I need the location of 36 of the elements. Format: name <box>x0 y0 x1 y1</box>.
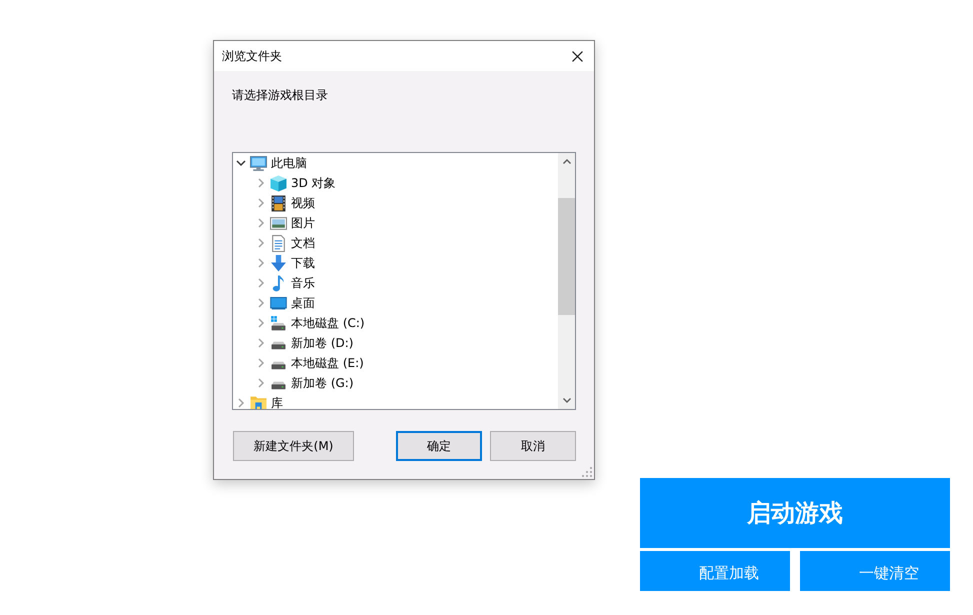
tree-item[interactable]: 本地磁盘 (C:) <box>269 314 368 332</box>
drive-icon <box>271 341 286 350</box>
down-arrow-icon <box>270 254 287 272</box>
tree-item[interactable]: 3D 对象 <box>269 174 339 192</box>
resize-grip-icon[interactable] <box>582 467 592 477</box>
drive-icon <box>270 314 287 332</box>
tree-item[interactable]: 文档 <box>269 234 318 252</box>
music-note-icon <box>272 274 285 292</box>
tree-item[interactable]: 本地磁盘 (E:) <box>269 354 367 372</box>
tree-item[interactable]: 新加卷 (G:) <box>269 374 357 392</box>
tree-item[interactable]: 音乐 <box>269 274 318 292</box>
caret-down-icon <box>562 398 570 403</box>
caret-up-icon <box>562 159 570 164</box>
dialog-button[interactable]: 取消 <box>490 431 576 461</box>
screen-icon <box>270 296 287 310</box>
scrollbar-thumb[interactable] <box>558 198 575 315</box>
monitor-icon <box>250 154 267 172</box>
document-icon <box>270 234 287 252</box>
tree-item[interactable]: 库 <box>249 394 286 409</box>
tree-item[interactable]: 桌面 <box>269 294 318 312</box>
tree-item[interactable]: 图片 <box>269 214 318 232</box>
drive-icon <box>271 361 286 370</box>
close-icon <box>572 50 582 62</box>
picture-icon <box>270 216 287 230</box>
window-title: 浏览文件夹 <box>222 48 282 64</box>
drive-icon <box>271 381 286 390</box>
tree-item[interactable]: 视频 <box>269 194 318 212</box>
dialog-button[interactable]: 确定 <box>396 431 482 461</box>
tree-item[interactable]: 此电脑 <box>249 154 310 172</box>
tree-item[interactable]: 下载 <box>269 254 318 272</box>
tree-item[interactable]: 新加卷 (D:) <box>269 334 356 352</box>
cube-icon <box>270 174 287 192</box>
film-icon <box>270 194 287 212</box>
dialog-button[interactable]: 新建文件夹(M) <box>233 431 354 461</box>
prompt-text: 请选择游戏根目录 <box>232 87 329 104</box>
folder-icon <box>250 394 267 409</box>
